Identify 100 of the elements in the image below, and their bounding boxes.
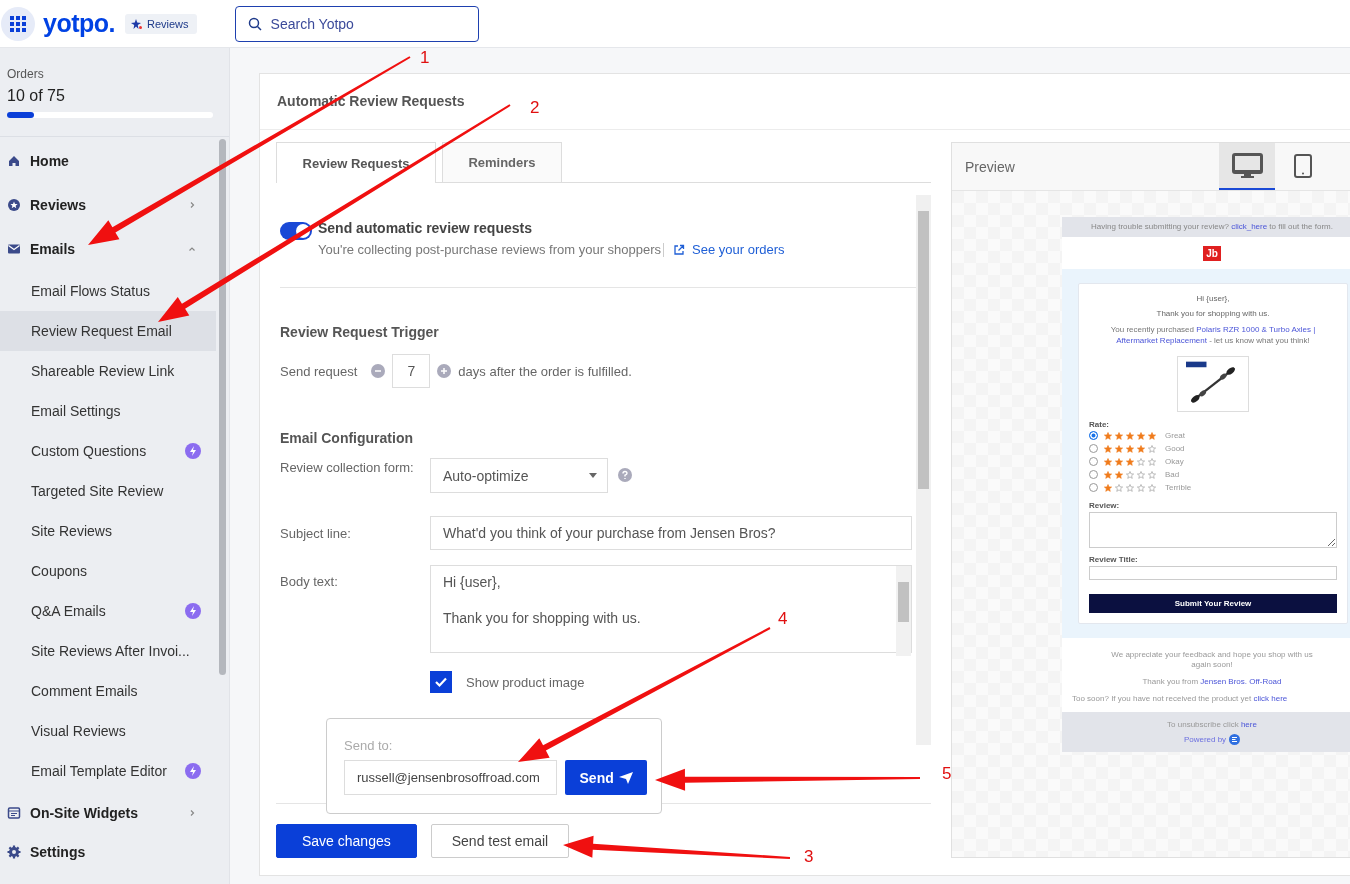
minus-icon[interactable]: [371, 364, 386, 378]
field-label: Body text:: [280, 573, 339, 591]
footer-text: We appreciate your feedback and hope you shop with us again soon!: [1110, 650, 1314, 670]
sidebar-subitem[interactable]: Comment Emails: [0, 671, 216, 711]
star-icon: [1126, 431, 1134, 440]
days-input[interactable]: 7: [392, 354, 431, 388]
star-icon: [1104, 470, 1112, 479]
caret-icon: [589, 473, 597, 478]
send-button[interactable]: Send: [565, 760, 647, 795]
sidebar-item[interactable]: Settings: [0, 835, 216, 868]
rating-radio[interactable]: [1089, 483, 1098, 492]
sidebar-subitem[interactable]: Custom Questions: [0, 431, 216, 471]
sidebar-subitem[interactable]: Targeted Site Review: [0, 471, 216, 511]
star-icon: [1148, 483, 1156, 492]
checkbox[interactable]: [430, 671, 452, 693]
scrollbar-thumb[interactable]: [219, 139, 226, 675]
home-icon: [7, 154, 21, 168]
field-label: Send request: [280, 363, 358, 379]
sidebar-subitem[interactable]: Email Template Editor: [0, 751, 216, 791]
apps-menu-button[interactable]: [1, 6, 35, 41]
star-icon: [1148, 457, 1156, 466]
star-icon: [1137, 457, 1145, 466]
rating-radio[interactable]: [1089, 470, 1098, 479]
tablet-icon: [1294, 153, 1312, 178]
product-badge: Reviews: [125, 13, 197, 34]
star-icon: [1104, 431, 1112, 440]
annotation-number: 2: [530, 98, 540, 117]
notice-text: Having trouble submitting your review? click_here to fill out the form.: [1062, 217, 1350, 237]
sidebar-subitem[interactable]: Review Request Email: [0, 311, 216, 351]
star-icon: [1148, 431, 1156, 440]
star-icon: [1104, 444, 1112, 453]
sparkle-icon: [131, 17, 143, 30]
rating-label: Okay: [1165, 457, 1184, 466]
sidebar-item[interactable]: On-Site Widgets: [0, 791, 216, 835]
rating-label: Terrible: [1165, 483, 1192, 492]
desktop-view-button[interactable]: [1219, 143, 1275, 190]
search-field[interactable]: Search Yotpo: [234, 5, 479, 42]
too-soon-text: Too soon? If you have not received the product yet click here: [1071, 694, 1289, 704]
scrollbar-thumb[interactable]: [898, 582, 909, 622]
window-icon: [7, 806, 21, 820]
unsubscribe-link[interactable]: here: [1240, 719, 1257, 729]
rating-label: Great: [1165, 431, 1185, 440]
star-icon: [1137, 483, 1145, 492]
subject-input[interactable]: What'd you think of your purchase from Jensen Bros?: [430, 516, 912, 550]
submit-button[interactable]: Submit Your Review: [1089, 594, 1337, 613]
sidebar-subitem[interactable]: Site Reviews After Invoi...: [0, 631, 216, 671]
scrollbar-thumb[interactable]: [918, 211, 929, 489]
review-textarea[interactable]: [1089, 512, 1337, 548]
plus-icon[interactable]: [437, 364, 452, 378]
click-link[interactable]: click here: [1253, 694, 1288, 703]
rate-label: Rate:: [1089, 420, 1110, 429]
star-icon: [1115, 483, 1123, 492]
annotation-number: 5: [942, 764, 952, 783]
sidebar-subitem[interactable]: Visual Reviews: [0, 711, 216, 751]
rating-radio[interactable]: [1089, 431, 1098, 440]
star-icon: [1126, 444, 1134, 453]
product-link[interactable]: Polaris RZR 1000 & Turbo Axles |: [1196, 325, 1316, 334]
star-icon: [1137, 470, 1145, 479]
sidebar-subitem[interactable]: Email Settings: [0, 391, 216, 431]
sidebar-subitem[interactable]: Email Flows Status: [0, 271, 216, 311]
orders-link[interactable]: See your orders: [673, 242, 785, 257]
annotation-number: 4: [778, 609, 788, 628]
toggle-label: Send automatic review requests: [318, 220, 533, 236]
save-button[interactable]: Save changes: [276, 824, 417, 858]
star-icon: [1115, 444, 1123, 453]
sidebar-subitem[interactable]: Shareable Review Link: [0, 351, 216, 391]
sidebar-subitem[interactable]: Coupons: [0, 551, 216, 591]
sidebar-item[interactable]: Home: [0, 139, 216, 183]
tab[interactable]: Review Requests: [276, 142, 436, 183]
rating-radio[interactable]: [1089, 444, 1098, 453]
sidebar-subitem[interactable]: Site Reviews: [0, 511, 216, 551]
field-label: Review Title:: [1089, 555, 1139, 564]
test-email-button[interactable]: Send test email: [430, 824, 570, 858]
store-link[interactable]: Jensen Bros. Off-Road: [1200, 677, 1282, 686]
section-heading: Email Configuration: [280, 430, 414, 446]
field-label: Review collection form:: [280, 459, 415, 477]
thanks-text: Thank you for shopping with us.: [1155, 309, 1271, 318]
star-icon: [1148, 470, 1156, 479]
rating-label: Bad: [1165, 470, 1180, 479]
field-label: Send to:: [344, 738, 394, 753]
greeting-text: Hi {user},: [1195, 294, 1231, 303]
rating-radio[interactable]: [1089, 457, 1098, 466]
product-link[interactable]: Aftermarket Replacement: [1116, 336, 1207, 345]
help-icon[interactable]: [618, 468, 632, 482]
rating-label: Good: [1165, 444, 1185, 453]
powered-by-text: Powered by: [1183, 734, 1227, 744]
star-icon: [1137, 444, 1145, 453]
preview-title: Preview: [965, 158, 1016, 175]
form-link[interactable]: click_here: [1231, 222, 1268, 231]
review-title-input[interactable]: [1089, 566, 1337, 580]
star-icon: [1148, 444, 1156, 453]
purchase-text: Aftermarket Replacement - let us know what you think!: [1115, 335, 1311, 346]
star-icon: [1115, 431, 1123, 440]
purchase-text: You recently purchased Polaris RZR 1000 & Turbo Axles |: [1109, 324, 1317, 335]
star-icon: [1104, 483, 1112, 492]
email-input[interactable]: russell@jensenbrosoffroad.com: [344, 760, 558, 795]
form-dropdown[interactable]: Auto-optimize: [430, 458, 608, 493]
tab[interactable]: Reminders: [442, 142, 562, 182]
sidebar-subitem[interactable]: Q&A Emails: [0, 591, 216, 631]
sidebar-item[interactable]: Emails: [0, 227, 216, 271]
